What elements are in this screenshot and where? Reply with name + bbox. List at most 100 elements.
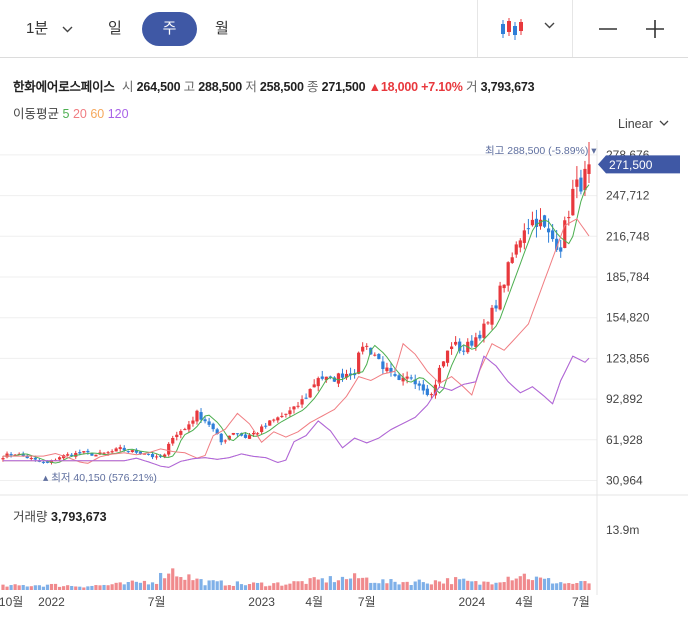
candle-body bbox=[340, 373, 345, 378]
price-chart[interactable]: 30,964 61,928 92,892 123,856 154,820 185,784 2… bbox=[0, 0, 688, 621]
volume-bar bbox=[510, 580, 514, 590]
candle-body bbox=[522, 230, 526, 243]
candle-body bbox=[567, 217, 571, 219]
candle-body bbox=[211, 423, 215, 430]
volume-bar bbox=[490, 584, 494, 590]
volume-bar bbox=[470, 581, 474, 590]
volume-bar bbox=[546, 578, 551, 590]
min-price-label: ▴ 최저 40,150 (576.21%) bbox=[43, 472, 157, 484]
candle-body bbox=[559, 247, 563, 252]
candle-body bbox=[130, 450, 134, 453]
candle-body bbox=[288, 410, 292, 415]
volume-bar bbox=[437, 581, 442, 590]
volume-bar bbox=[256, 582, 260, 590]
volume-bar bbox=[195, 578, 199, 590]
candle-body bbox=[445, 350, 450, 363]
volume-bar bbox=[409, 585, 413, 590]
volume-bar bbox=[583, 581, 587, 590]
candle-body bbox=[231, 432, 235, 435]
x-axis-tick-label: 7월 bbox=[572, 595, 590, 609]
volume-bar bbox=[66, 585, 70, 590]
y-axis-tick-label: 185,784 bbox=[606, 270, 650, 284]
volume-bar bbox=[94, 585, 98, 590]
x-axis-tick-label: 2023 bbox=[248, 595, 275, 609]
x-axis-tick-label: 2024 bbox=[458, 595, 485, 609]
ma5-line bbox=[3, 184, 590, 464]
volume-bar bbox=[37, 585, 41, 590]
y-axis-tick-label: 154,820 bbox=[606, 311, 650, 325]
candle-body bbox=[571, 188, 575, 216]
candle-body bbox=[284, 413, 288, 415]
candle-body bbox=[425, 388, 429, 395]
volume-bar bbox=[276, 582, 280, 590]
volume-bar bbox=[551, 583, 555, 590]
volume-bar bbox=[571, 583, 575, 590]
y-axis-tick-label: 123,856 bbox=[606, 351, 650, 365]
candle-body bbox=[361, 346, 365, 352]
candle-body bbox=[66, 454, 70, 456]
volume-bar bbox=[207, 580, 211, 590]
candle-body bbox=[183, 429, 187, 431]
candle-body bbox=[494, 305, 498, 309]
volume-bar bbox=[49, 583, 54, 590]
volume-bar bbox=[336, 580, 341, 590]
candle-body bbox=[272, 419, 276, 421]
volume-bar bbox=[25, 586, 29, 590]
x-axis-tick-label: 7월 bbox=[148, 595, 166, 609]
candle-body bbox=[421, 384, 425, 391]
volume-bar bbox=[292, 581, 296, 590]
volume-axis-tick-label: 13.9m bbox=[606, 523, 639, 537]
candle-body bbox=[300, 399, 304, 405]
volume-bar bbox=[17, 585, 21, 590]
volume-bar bbox=[555, 583, 559, 590]
candle-body bbox=[373, 354, 377, 356]
candle-body bbox=[179, 431, 183, 435]
candle-body bbox=[502, 284, 506, 289]
volume-bar bbox=[389, 579, 393, 590]
candle-body bbox=[187, 424, 191, 430]
candle-body bbox=[385, 367, 389, 372]
volume-bar bbox=[482, 581, 486, 590]
volume-bar bbox=[284, 584, 288, 590]
volume-bar bbox=[70, 585, 74, 590]
candle-body bbox=[9, 454, 13, 456]
x-axis-tick-label: 4월 bbox=[305, 595, 323, 609]
candle-body bbox=[381, 361, 385, 370]
volume-bar bbox=[401, 582, 405, 590]
volume-bar bbox=[332, 582, 336, 590]
candle-body bbox=[82, 451, 86, 453]
candle-body bbox=[126, 451, 130, 453]
volume-bar bbox=[296, 581, 300, 590]
candle-body bbox=[146, 453, 151, 455]
volume-bar bbox=[159, 572, 163, 590]
candle-body bbox=[308, 389, 312, 398]
candle-body bbox=[510, 257, 514, 263]
candle-body bbox=[454, 341, 458, 345]
volume-bar bbox=[114, 582, 118, 590]
candle-body bbox=[575, 179, 579, 187]
current-price-label: 271,500 bbox=[609, 158, 653, 172]
volume-bar bbox=[211, 580, 215, 590]
candle-body bbox=[417, 383, 421, 386]
x-axis-tick-label: 2022 bbox=[38, 595, 65, 609]
volume-bar bbox=[187, 574, 191, 590]
candle-body bbox=[260, 426, 264, 433]
volume-bar bbox=[441, 583, 446, 590]
volume-bar bbox=[417, 579, 421, 590]
volume-bar bbox=[357, 578, 361, 590]
volume-bar bbox=[538, 577, 543, 590]
volume-bar bbox=[1, 584, 5, 590]
volume-bar bbox=[300, 581, 304, 590]
volume-bar bbox=[340, 576, 345, 590]
max-price-label: 최고 288,500 (-5.89%) ▾ bbox=[485, 145, 597, 157]
volume-bar bbox=[62, 586, 66, 590]
candle-body bbox=[171, 438, 175, 444]
volume-bar bbox=[498, 582, 502, 590]
y-axis-tick-label: 30,964 bbox=[606, 473, 643, 487]
volume-bar bbox=[260, 582, 264, 590]
volume-bar bbox=[575, 582, 579, 590]
ma120-line bbox=[3, 355, 590, 468]
y-axis-tick-label: 92,892 bbox=[606, 392, 643, 406]
volume-bar bbox=[429, 584, 433, 590]
volume-bar bbox=[41, 586, 46, 590]
